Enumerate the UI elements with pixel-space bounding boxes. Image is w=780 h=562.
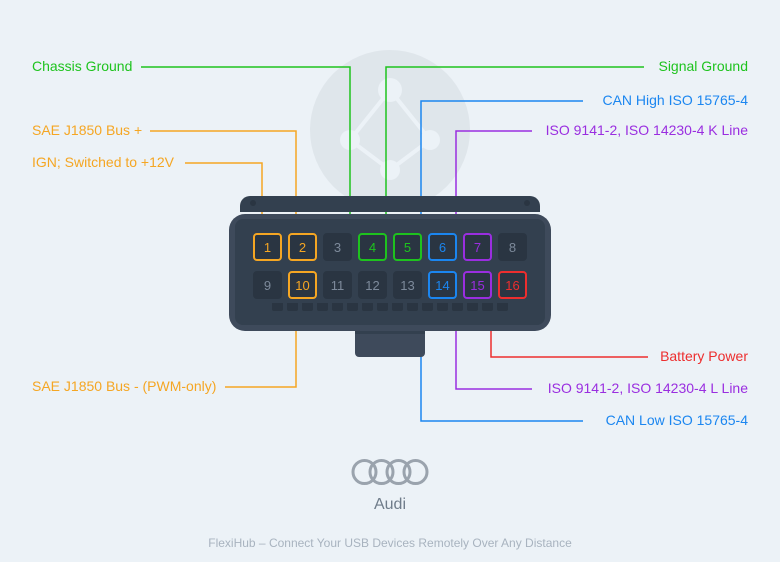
pin-10: 10 (288, 271, 317, 299)
pin-9: 9 (253, 271, 282, 299)
brand-block: Audi (352, 459, 429, 514)
brand-name: Audi (352, 496, 429, 514)
pin-row-bottom: 9 10 11 12 13 14 15 16 (249, 271, 531, 299)
label-pin14: CAN Low ISO 15765-4 (606, 412, 748, 428)
pin-7: 7 (463, 233, 492, 261)
pin-6: 6 (428, 233, 457, 261)
pin-4: 4 (358, 233, 387, 261)
label-pin5: Signal Ground (658, 58, 748, 74)
audi-logo-icon (352, 459, 429, 485)
pin-3: 3 (323, 233, 352, 261)
label-pin1: IGN; Switched to +12V (32, 154, 174, 170)
pin-15: 15 (463, 271, 492, 299)
pin-2: 2 (288, 233, 317, 261)
footer-text: FlexiHub – Connect Your USB Devices Remo… (0, 536, 780, 550)
pin-16: 16 (498, 271, 527, 299)
pin-row-top: 1 2 3 4 5 6 7 8 (249, 233, 531, 261)
label-pin6: CAN High ISO 15765-4 (602, 92, 748, 108)
obd-connector: 1 2 3 4 5 6 7 8 9 10 11 12 13 14 15 16 (229, 196, 551, 357)
label-pin16: Battery Power (660, 348, 748, 364)
pin-1: 1 (253, 233, 282, 261)
label-pin4: Chassis Ground (32, 58, 132, 74)
pin-8: 8 (498, 233, 527, 261)
label-pin2: SAE J1850 Bus + (32, 122, 142, 138)
label-pin10: SAE J1850 Bus - (PWM-only) (32, 378, 216, 394)
label-pin15: ISO 9141-2, ISO 14230-4 L Line (548, 380, 748, 396)
pin-11: 11 (323, 271, 352, 299)
pin-12: 12 (358, 271, 387, 299)
pin-5: 5 (393, 233, 422, 261)
pin-13: 13 (393, 271, 422, 299)
pin-14: 14 (428, 271, 457, 299)
label-pin7: ISO 9141-2, ISO 14230-4 K Line (546, 122, 748, 138)
